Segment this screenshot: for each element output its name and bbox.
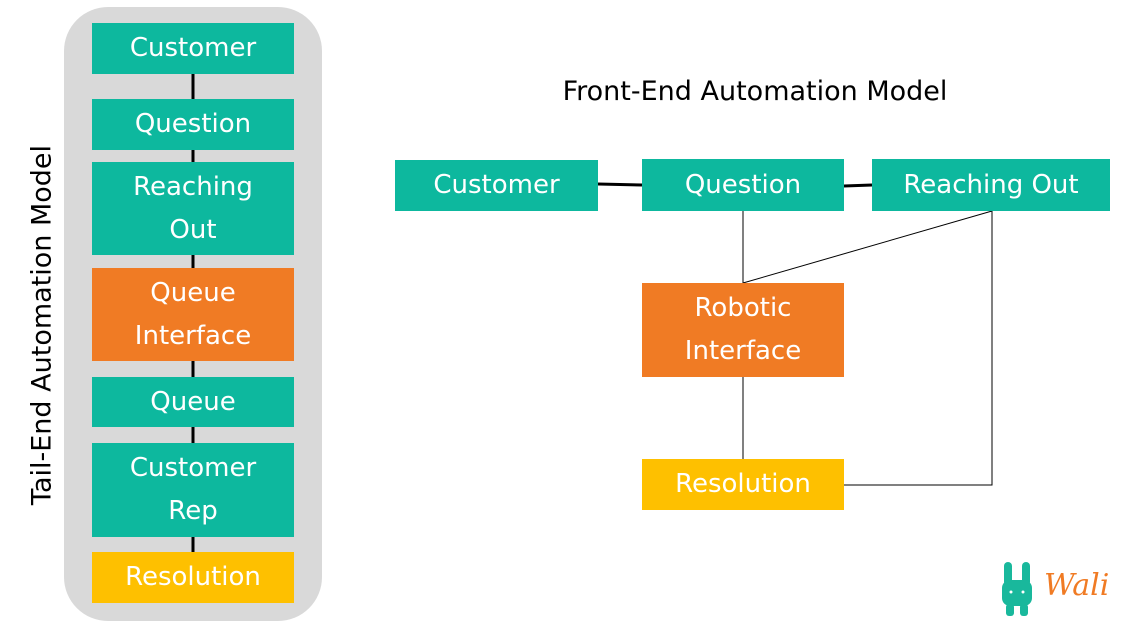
front-end-title: Front-End Automation Model	[562, 76, 948, 107]
edge-reaching-out-robotic	[742, 210, 993, 284]
node-customer: Customer	[395, 160, 598, 211]
node-question: Question	[642, 159, 844, 211]
tail-step-queue: Queue	[92, 377, 294, 427]
tail-step-resolution: Resolution	[92, 552, 294, 603]
tail-step-queue-interface: Queue Interface	[92, 268, 294, 361]
edge-customer-question	[597, 182, 643, 187]
node-robotic-interface: Robotic Interface	[642, 283, 844, 377]
tail-step-customer-rep: Customer Rep	[92, 443, 294, 537]
logo-text: Wali	[1044, 568, 1110, 603]
tail-step-question: Question	[92, 99, 294, 150]
edge-question-reaching-out	[843, 183, 873, 188]
node-resolution: Resolution	[642, 459, 844, 510]
edge-reaching-out-resolution	[844, 211, 993, 486]
bunny-mascot-icon	[1002, 562, 1032, 616]
node-reaching-out: Reaching Out	[872, 159, 1110, 211]
wali-logo: Wali	[998, 560, 1118, 620]
tail-step-reaching-out: Reaching Out	[92, 162, 294, 255]
tail-step-customer: Customer	[92, 23, 294, 74]
